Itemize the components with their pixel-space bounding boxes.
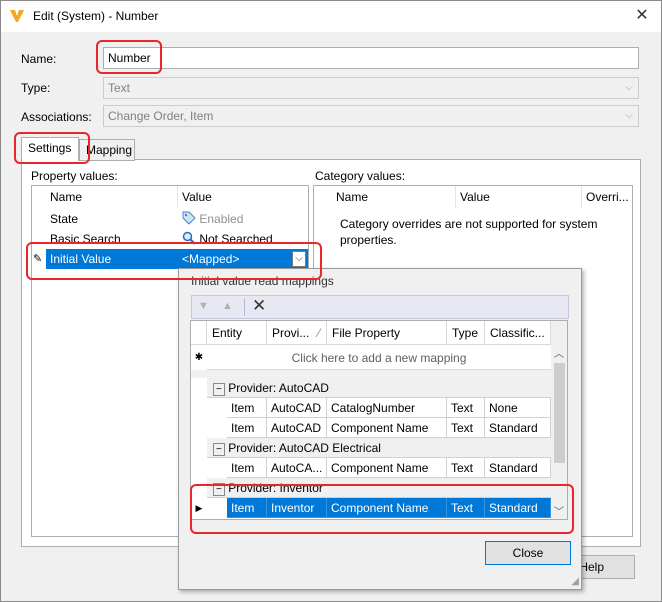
tab-mapping[interactable]: Mapping bbox=[79, 139, 135, 161]
chevron-up-icon[interactable]: ︿ bbox=[554, 345, 564, 360]
collapse-icon[interactable]: − bbox=[213, 483, 225, 496]
column-header-entity[interactable]: Entity bbox=[207, 321, 267, 345]
initial-value-combo[interactable]: <Mapped> ⌵ bbox=[178, 249, 308, 269]
column-header-provider[interactable]: Provi... ⁄ bbox=[267, 321, 327, 345]
property-value[interactable]: Enabled bbox=[178, 209, 308, 229]
associations-value: Change Order, Item bbox=[108, 109, 214, 123]
vertical-scrollbar[interactable]: ︿ ﹀ bbox=[551, 321, 567, 519]
mapping-cell[interactable]: CatalogNumber bbox=[327, 398, 447, 418]
column-header-name[interactable]: Name bbox=[46, 186, 178, 208]
mapping-cell[interactable]: Standard bbox=[485, 418, 551, 438]
mapping-cell[interactable]: AutoCA... bbox=[267, 458, 327, 478]
mapping-cell-selected[interactable]: Standard bbox=[485, 498, 551, 518]
name-value: Number bbox=[108, 51, 151, 65]
property-value[interactable]: Not Searched bbox=[178, 229, 308, 249]
column-header-classification[interactable]: Classific... bbox=[485, 321, 551, 345]
column-header-value[interactable]: Value bbox=[456, 186, 582, 208]
delete-icon[interactable]: ✕ bbox=[252, 296, 266, 316]
toolbar-separator bbox=[244, 298, 245, 316]
property-values-label: Property values: bbox=[31, 169, 118, 183]
current-row-icon: ▶ bbox=[195, 503, 203, 513]
group-label: Provider: AutoCAD bbox=[228, 381, 329, 395]
property-value-text: Enabled bbox=[199, 212, 244, 226]
close-button[interactable]: Close bbox=[485, 541, 571, 565]
add-mapping-row[interactable]: Click here to add a new mapping bbox=[207, 346, 551, 370]
category-values-label: Category values: bbox=[315, 169, 406, 183]
tab-mapping-label: Mapping bbox=[86, 143, 133, 157]
mapping-cell[interactable]: Standard bbox=[485, 458, 551, 478]
mapping-cell[interactable]: Text bbox=[447, 398, 485, 418]
tab-settings[interactable]: Settings bbox=[21, 137, 79, 161]
column-header-value[interactable]: Value bbox=[178, 186, 308, 208]
mapping-cell[interactable]: Component Name bbox=[327, 458, 447, 478]
type-value: Text bbox=[108, 81, 131, 95]
column-header-provider-label: Provi... bbox=[272, 326, 310, 340]
move-up-icon[interactable]: ▲ bbox=[222, 300, 233, 312]
chevron-down-icon: ⌵ bbox=[625, 110, 633, 121]
mapping-cell-selected[interactable]: Inventor bbox=[267, 498, 327, 518]
scrollbar-thumb[interactable] bbox=[554, 363, 565, 463]
mapping-cell[interactable]: Component Name bbox=[327, 418, 447, 438]
tag-icon bbox=[182, 211, 196, 225]
column-header-override[interactable]: Overri... bbox=[582, 186, 632, 208]
chevron-down-icon[interactable]: ﹀ bbox=[554, 503, 564, 518]
mapping-cell[interactable]: AutoCAD bbox=[267, 398, 327, 418]
initial-value-text: <Mapped> bbox=[182, 252, 240, 266]
property-name-selected[interactable]: Initial Value bbox=[46, 249, 178, 269]
type-label: Type: bbox=[21, 81, 51, 95]
mapping-cell-selected[interactable]: Text bbox=[447, 498, 485, 518]
mapping-cell[interactable]: Item bbox=[227, 458, 267, 478]
name-field[interactable]: Number bbox=[103, 47, 639, 69]
collapse-icon[interactable]: − bbox=[213, 383, 225, 396]
title-bar: Edit (System) - Number ✕ bbox=[1, 1, 661, 32]
mapping-cell[interactable]: None bbox=[485, 398, 551, 418]
collapse-icon[interactable]: − bbox=[213, 443, 225, 456]
mapping-cell-selected[interactable]: Component Name bbox=[327, 498, 447, 518]
associations-combo[interactable]: Change Order, Item ⌵ bbox=[103, 105, 639, 127]
mapping-cell[interactable]: Text bbox=[447, 458, 485, 478]
popup-title: Initial value read mappings bbox=[191, 274, 334, 288]
mapping-cell[interactable]: Text bbox=[447, 418, 485, 438]
column-header-file-property[interactable]: File Property bbox=[327, 321, 447, 345]
tab-settings-label: Settings bbox=[28, 141, 72, 155]
chevron-down-icon[interactable]: ⌵ bbox=[292, 251, 306, 267]
sort-icon: ⁄ bbox=[317, 326, 320, 340]
mapping-cell-selected[interactable]: Item bbox=[227, 498, 267, 518]
mapping-toolbar: ▼ ▲ ✕ bbox=[191, 295, 569, 319]
move-down-icon[interactable]: ▼ bbox=[198, 300, 209, 312]
column-header-name[interactable]: Name bbox=[332, 186, 456, 208]
pencil-icon: ✎ bbox=[33, 253, 43, 265]
column-header-type[interactable]: Type bbox=[447, 321, 485, 345]
mapping-cell[interactable]: Item bbox=[227, 398, 267, 418]
mapping-cell[interactable]: Item bbox=[227, 418, 267, 438]
property-value-text: Not Searched bbox=[199, 232, 273, 246]
group-label: Provider: AutoCAD Electrical bbox=[228, 441, 381, 455]
property-name[interactable]: State bbox=[46, 209, 178, 229]
mapping-cell[interactable]: AutoCAD bbox=[267, 418, 327, 438]
window-title: Edit (System) - Number bbox=[33, 9, 159, 23]
category-message: Category overrides are not supported for… bbox=[340, 217, 598, 247]
property-name[interactable]: Basic Search bbox=[46, 229, 178, 249]
mapping-table: Entity Provi... ⁄ File Property Type Cla… bbox=[190, 320, 568, 520]
spacer bbox=[191, 370, 551, 378]
group-row[interactable]: − Provider: Inventor bbox=[207, 478, 551, 498]
name-label: Name: bbox=[21, 52, 57, 66]
search-icon bbox=[182, 231, 196, 245]
vault-app-icon bbox=[10, 10, 24, 22]
type-combo[interactable]: Text ⌵ bbox=[103, 77, 639, 99]
group-row[interactable]: − Provider: AutoCAD Electrical bbox=[207, 438, 551, 458]
help-button-label: Help bbox=[579, 560, 604, 574]
group-label: Provider: Inventor bbox=[228, 481, 323, 495]
group-row[interactable]: − Provider: AutoCAD bbox=[207, 378, 551, 398]
associations-label: Associations: bbox=[21, 110, 92, 124]
new-row-icon: ✱ bbox=[194, 352, 204, 363]
row-header-corner bbox=[191, 321, 207, 345]
resize-grip-icon[interactable]: ◢ bbox=[571, 576, 579, 587]
close-icon[interactable]: ✕ bbox=[627, 3, 657, 29]
chevron-down-icon: ⌵ bbox=[625, 82, 633, 93]
